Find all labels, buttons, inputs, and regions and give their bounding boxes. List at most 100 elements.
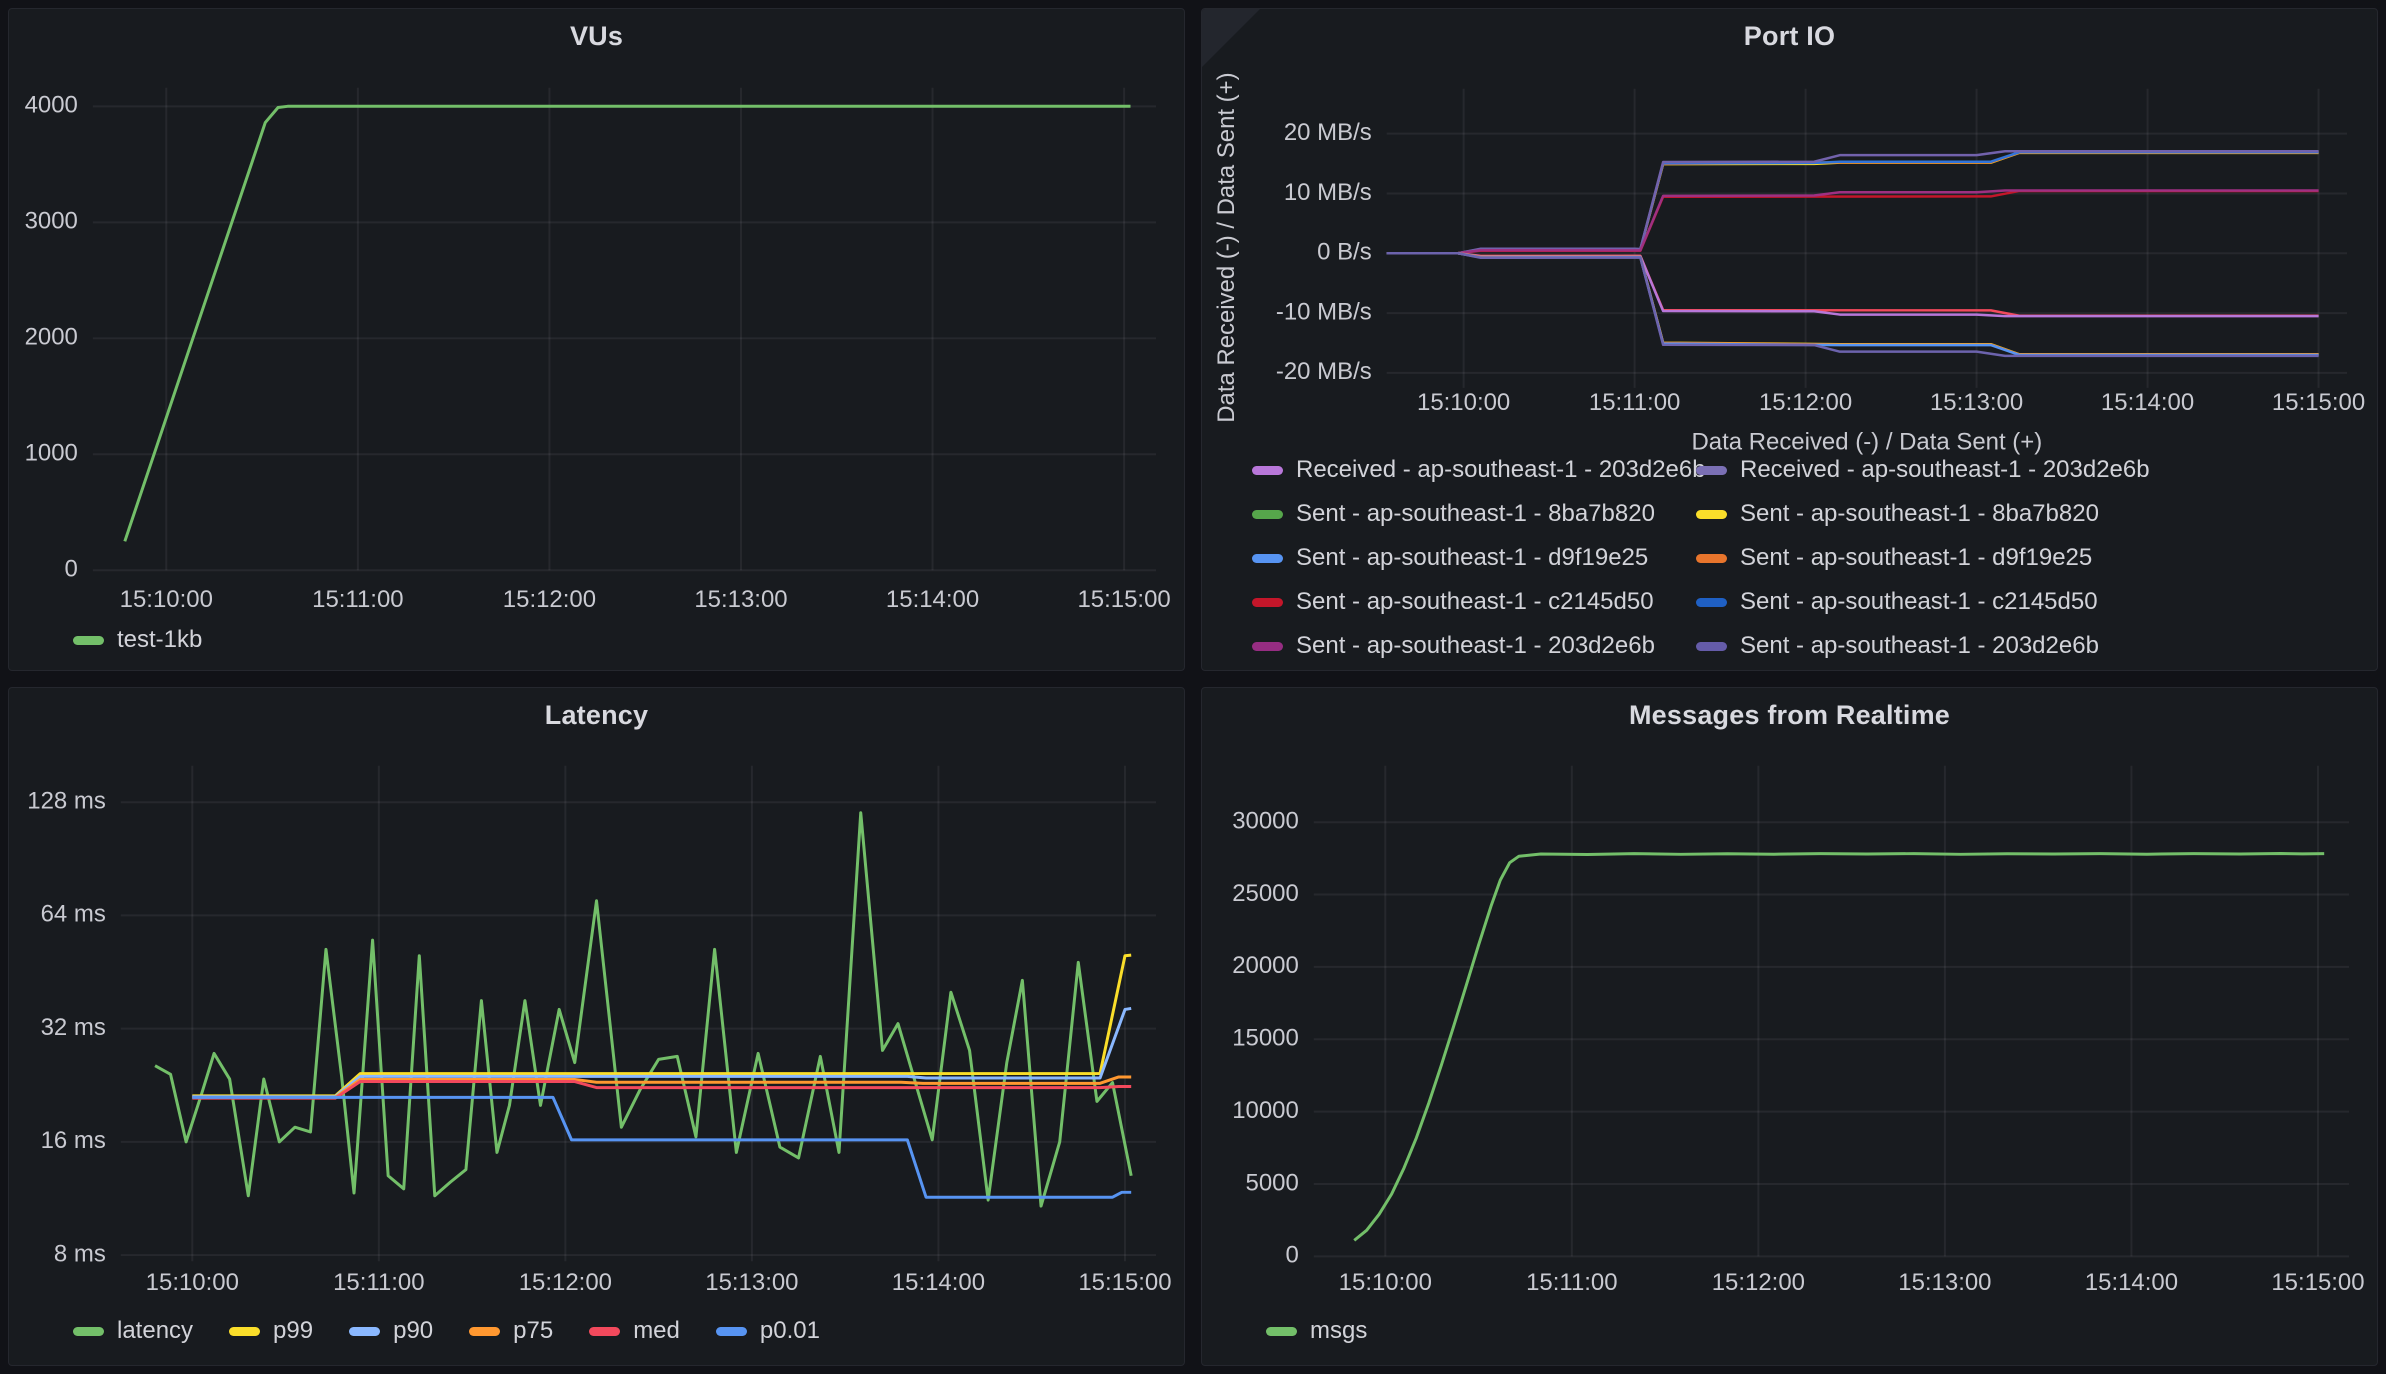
legend-item[interactable]: med: [589, 1317, 680, 1345]
time-series-plot-vus[interactable]: 0100020003000400015:10:0015:11:0015:12:0…: [9, 9, 1184, 670]
series-color-swatch: [1696, 510, 1727, 519]
series-color-swatch: [229, 1327, 260, 1336]
y-tick-label: 128 ms: [27, 788, 106, 815]
y-tick-label: 0 B/s: [1317, 239, 1372, 266]
panel-title[interactable]: VUs: [9, 21, 1184, 52]
y-tick-label: 8 ms: [54, 1240, 106, 1267]
legend-item[interactable]: p99: [229, 1317, 313, 1345]
legend-item[interactable]: p75: [469, 1317, 553, 1345]
series-color-swatch: [1696, 554, 1727, 563]
series-color-swatch: [1252, 466, 1283, 475]
x-tick-label: 15:13:00: [1898, 1269, 1991, 1296]
legend: Received - ap-southeast-1 - 203d2e6b Sent…: [1252, 456, 2363, 664]
legend-label: Sent - ap-southeast-1 - 8ba7b820: [1296, 500, 1655, 528]
legend-label: p0.01: [760, 1317, 820, 1345]
y-tick-label: 15000: [1232, 1025, 1299, 1052]
x-tick-label: 15:14:00: [2085, 1269, 2178, 1296]
series-line: [1354, 854, 2324, 1241]
legend-column: Received - ap-southeast-1 - 203d2e6b Sent…: [1252, 456, 1696, 664]
series-line: [1387, 191, 2319, 253]
panel-info-corner[interactable]: [1202, 9, 1260, 67]
series-line: [155, 813, 1131, 1206]
legend-item[interactable]: Sent - ap-southeast-1 - c2145d50: [1252, 580, 1696, 624]
series-line: [1387, 190, 2319, 253]
y-tick-label: 3000: [25, 208, 78, 235]
series-line: [1387, 253, 2319, 355]
x-tick-label: 15:13:00: [694, 586, 787, 613]
x-tick-label: 15:15:00: [1078, 1269, 1171, 1296]
legend-label: msgs: [1310, 1317, 1367, 1345]
legend-item[interactable]: Sent - ap-southeast-1 - c2145d50: [1696, 580, 2140, 624]
time-series-plot-messages[interactable]: 05000100001500020000250003000015:10:0015…: [1202, 688, 2377, 1365]
y-tick-label: 0: [65, 556, 78, 583]
y-tick-label: 10000: [1232, 1097, 1299, 1124]
legend-item[interactable]: test-1kb: [73, 626, 202, 654]
time-series-plot-latency[interactable]: 8 ms16 ms32 ms64 ms128 ms15:10:0015:11:0…: [9, 688, 1184, 1365]
legend: msgs: [1266, 1317, 1367, 1345]
legend-item[interactable]: Received - ap-southeast-1 - 203d2e6b: [1696, 456, 2140, 492]
panel-title[interactable]: Messages from Realtime: [1202, 700, 2377, 731]
y-tick-label: -20 MB/s: [1276, 358, 1372, 385]
panel-vus: VUs 0100020003000400015:10:0015:11:0015:…: [8, 8, 1185, 671]
y-tick-label: 25000: [1232, 880, 1299, 907]
legend-label: latency: [117, 1317, 193, 1345]
legend-label: med: [633, 1317, 680, 1345]
legend-label: Sent - ap-southeast-1 - d9f19e25: [1740, 544, 2092, 572]
series-line: [1387, 253, 2319, 354]
legend-column: Received - ap-southeast-1 - 203d2e6b Sent…: [1696, 456, 2140, 664]
legend-item[interactable]: Sent - ap-southeast-1 - d9f19e25: [1252, 536, 1696, 580]
series-color-swatch: [73, 636, 104, 645]
x-tick-label: 15:10:00: [120, 586, 213, 613]
legend-label: Received - ap-southeast-1 - 203d2e6b: [1296, 456, 1706, 484]
legend-scroll-area[interactable]: Received - ap-southeast-1 - 203d2e6b Sent…: [1252, 456, 2363, 664]
legend-item[interactable]: Received - ap-southeast-1 - 203d2e6b: [1252, 456, 1696, 492]
y-tick-label: -10 MB/s: [1276, 298, 1372, 325]
x-tick-label: 15:15:00: [2271, 1269, 2364, 1296]
series-color-swatch: [1696, 466, 1727, 475]
x-tick-label: 15:10:00: [1339, 1269, 1432, 1296]
x-axis-label: Data Received (-) / Data Sent (+): [1691, 429, 2042, 456]
x-tick-label: 15:13:00: [1930, 389, 2023, 416]
legend: test-1kb: [73, 626, 202, 654]
series-line: [1387, 253, 2319, 316]
legend-item[interactable]: p0.01: [716, 1317, 820, 1345]
series-color-swatch: [1252, 598, 1283, 607]
legend-label: p90: [393, 1317, 433, 1345]
legend-item[interactable]: Sent - ap-southeast-1 - 8ba7b820: [1696, 492, 2140, 536]
legend-item[interactable]: latency: [73, 1317, 193, 1345]
series-color-swatch: [1252, 510, 1283, 519]
series-color-swatch: [73, 1327, 104, 1336]
x-tick-label: 15:10:00: [1417, 389, 1510, 416]
dashboard-grid: VUs 0100020003000400015:10:0015:11:0015:…: [0, 0, 2386, 1374]
x-tick-label: 15:11:00: [1526, 1269, 1617, 1296]
y-tick-label: 64 ms: [41, 901, 106, 928]
legend-item[interactable]: Sent - ap-southeast-1 - d9f19e25: [1696, 536, 2140, 580]
x-tick-label: 15:11:00: [312, 586, 403, 613]
series-color-swatch: [349, 1327, 380, 1336]
panel-title[interactable]: Port IO: [1202, 21, 2377, 52]
x-tick-label: 15:14:00: [886, 586, 979, 613]
legend-item[interactable]: p90: [349, 1317, 433, 1345]
legend-label: Sent - ap-southeast-1 - 203d2e6b: [1296, 632, 1655, 660]
series-line: [125, 106, 1131, 541]
legend-item[interactable]: Sent - ap-southeast-1 - 203d2e6b: [1252, 624, 1696, 664]
series-color-swatch: [716, 1327, 747, 1336]
y-tick-label: 0: [1285, 1242, 1298, 1269]
series-line: [1387, 152, 2319, 253]
legend-item[interactable]: msgs: [1266, 1317, 1367, 1345]
y-axis-label: Data Received (-) / Data Sent (+): [1213, 72, 1240, 422]
series-line: [1387, 151, 2319, 253]
y-tick-label: 2000: [25, 324, 78, 351]
legend-item[interactable]: Sent - ap-southeast-1 - 8ba7b820: [1252, 492, 1696, 536]
legend-label: Sent - ap-southeast-1 - c2145d50: [1740, 588, 2098, 616]
series-line: [1387, 153, 2319, 254]
legend-item[interactable]: Sent - ap-southeast-1 - 203d2e6b: [1696, 624, 2140, 664]
legend-label: Sent - ap-southeast-1 - 8ba7b820: [1740, 500, 2099, 528]
panel-title[interactable]: Latency: [9, 700, 1184, 731]
series-color-swatch: [469, 1327, 500, 1336]
series-color-swatch: [1696, 598, 1727, 607]
y-tick-label: 16 ms: [41, 1127, 106, 1154]
series-line: [1387, 253, 2319, 356]
legend-label: test-1kb: [117, 626, 202, 654]
x-tick-label: 15:12:00: [519, 1269, 612, 1296]
